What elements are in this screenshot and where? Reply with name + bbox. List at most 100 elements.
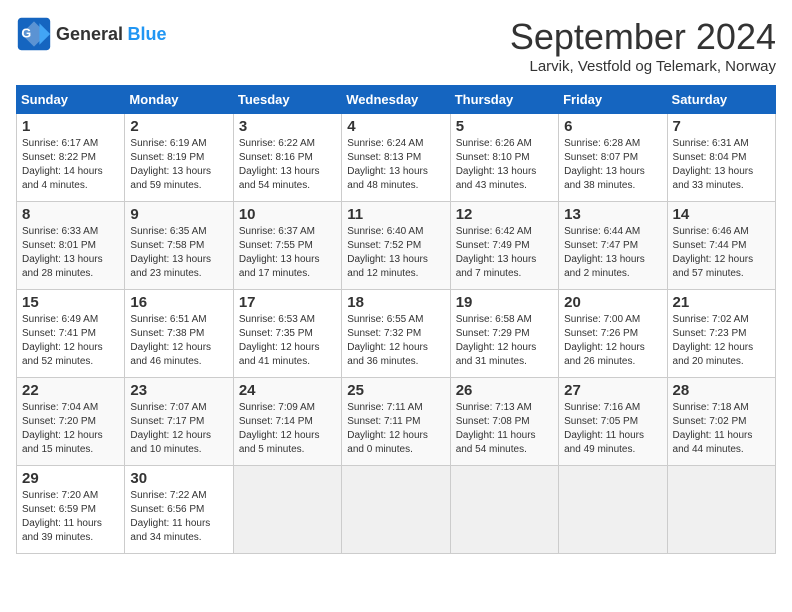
calendar-cell: 22 Sunrise: 7:04 AM Sunset: 7:20 PM Dayli… — [17, 378, 125, 466]
calendar-cell: 4Sunrise: 6:24 AM Sunset: 8:13 PM Daylig… — [342, 114, 450, 202]
calendar-cell: 1 Sunrise: 6:17 AM Sunset: 8:22 PM Daylig… — [17, 114, 125, 202]
day-info: Sunrise: 6:19 AM Sunset: 8:19 PM Dayligh… — [130, 137, 227, 193]
day-info: Sunrise: 6:44 AM Sunset: 7:47 PM Dayligh… — [564, 225, 661, 281]
day-number: 8 — [22, 206, 119, 223]
calendar-cell: 3 Sunrise: 6:22 AM Sunset: 8:16 PM Daylig… — [233, 114, 341, 202]
logo-blue: Blue — [128, 24, 167, 44]
logo-text: General Blue — [56, 24, 167, 45]
day-number: 26 — [456, 382, 553, 399]
day-number: 12 — [456, 206, 553, 223]
day-info: Sunrise: 6:24 AM Sunset: 8:13 PM Dayligh… — [347, 137, 444, 193]
logo: G General Blue — [16, 16, 167, 52]
day-number: 5 — [456, 118, 553, 135]
calendar-header-saturday: Saturday — [667, 86, 775, 114]
day-info: Sunrise: 7:11 AM Sunset: 7:11 PM Dayligh… — [347, 401, 444, 457]
day-info: Sunrise: 6:46 AM Sunset: 7:44 PM Dayligh… — [673, 225, 770, 281]
calendar-cell: 18Sunrise: 6:55 AM Sunset: 7:32 PM Dayli… — [342, 290, 450, 378]
calendar-cell — [342, 466, 450, 554]
calendar-cell: 25 Sunrise: 7:11 AM Sunset: 7:11 PM Dayli… — [342, 378, 450, 466]
calendar-cell: 12 Sunrise: 6:42 AM Sunset: 7:49 PM Dayli… — [450, 202, 558, 290]
day-info: Sunrise: 6:33 AM Sunset: 8:01 PM Dayligh… — [22, 225, 119, 281]
day-number: 19 — [456, 294, 553, 311]
calendar-week-1: 1 Sunrise: 6:17 AM Sunset: 8:22 PM Daylig… — [17, 114, 776, 202]
calendar-cell: 16Sunrise: 6:51 AM Sunset: 7:38 PM Dayli… — [125, 290, 233, 378]
calendar-cell — [450, 466, 558, 554]
calendar-cell: 27Sunrise: 7:16 AM Sunset: 7:05 PM Dayli… — [559, 378, 667, 466]
calendar-header-row: SundayMondayTuesdayWednesdayThursdayFrid… — [17, 86, 776, 114]
calendar-cell: 5Sunrise: 6:26 AM Sunset: 8:10 PM Daylig… — [450, 114, 558, 202]
day-info: Sunrise: 7:00 AM Sunset: 7:26 PM Dayligh… — [564, 313, 661, 369]
calendar-cell: 9 Sunrise: 6:35 AM Sunset: 7:58 PM Daylig… — [125, 202, 233, 290]
day-number: 14 — [673, 206, 770, 223]
calendar-table: SundayMondayTuesdayWednesdayThursdayFrid… — [16, 85, 776, 554]
calendar-cell: 8 Sunrise: 6:33 AM Sunset: 8:01 PM Daylig… — [17, 202, 125, 290]
day-info: Sunrise: 6:49 AM Sunset: 7:41 PM Dayligh… — [22, 313, 119, 369]
day-number: 20 — [564, 294, 661, 311]
calendar-cell: 23 Sunrise: 7:07 AM Sunset: 7:17 PM Dayli… — [125, 378, 233, 466]
calendar-week-3: 15 Sunrise: 6:49 AM Sunset: 7:41 PM Dayli… — [17, 290, 776, 378]
day-info: Sunrise: 7:04 AM Sunset: 7:20 PM Dayligh… — [22, 401, 119, 457]
day-number: 9 — [130, 206, 227, 223]
calendar-cell: 13 Sunrise: 6:44 AM Sunset: 7:47 PM Dayli… — [559, 202, 667, 290]
day-number: 7 — [673, 118, 770, 135]
calendar-cell: 15 Sunrise: 6:49 AM Sunset: 7:41 PM Dayli… — [17, 290, 125, 378]
calendar-cell — [667, 466, 775, 554]
day-info: Sunrise: 7:13 AM Sunset: 7:08 PM Dayligh… — [456, 401, 553, 457]
calendar-week-5: 29 Sunrise: 7:20 AM Sunset: 6:59 PM Dayli… — [17, 466, 776, 554]
calendar-header-monday: Monday — [125, 86, 233, 114]
calendar-cell: 19 Sunrise: 6:58 AM Sunset: 7:29 PM Dayli… — [450, 290, 558, 378]
day-info: Sunrise: 6:58 AM Sunset: 7:29 PM Dayligh… — [456, 313, 553, 369]
calendar-cell: 20 Sunrise: 7:00 AM Sunset: 7:26 PM Dayli… — [559, 290, 667, 378]
day-number: 23 — [130, 382, 227, 399]
day-info: Sunrise: 6:55 AM Sunset: 7:32 PM Dayligh… — [347, 313, 444, 369]
day-info: Sunrise: 6:42 AM Sunset: 7:49 PM Dayligh… — [456, 225, 553, 281]
calendar-title: September 2024 — [510, 16, 776, 58]
calendar-cell — [233, 466, 341, 554]
calendar-header-wednesday: Wednesday — [342, 86, 450, 114]
calendar-cell: 30 Sunrise: 7:22 AM Sunset: 6:56 PM Dayli… — [125, 466, 233, 554]
calendar-cell: 24Sunrise: 7:09 AM Sunset: 7:14 PM Dayli… — [233, 378, 341, 466]
day-info: Sunrise: 6:40 AM Sunset: 7:52 PM Dayligh… — [347, 225, 444, 281]
day-info: Sunrise: 6:31 AM Sunset: 8:04 PM Dayligh… — [673, 137, 770, 193]
day-info: Sunrise: 6:53 AM Sunset: 7:35 PM Dayligh… — [239, 313, 336, 369]
day-number: 30 — [130, 470, 227, 487]
day-number: 13 — [564, 206, 661, 223]
day-info: Sunrise: 6:35 AM Sunset: 7:58 PM Dayligh… — [130, 225, 227, 281]
calendar-cell: 29 Sunrise: 7:20 AM Sunset: 6:59 PM Dayli… — [17, 466, 125, 554]
day-number: 15 — [22, 294, 119, 311]
day-number: 28 — [673, 382, 770, 399]
day-info: Sunrise: 7:18 AM Sunset: 7:02 PM Dayligh… — [673, 401, 770, 457]
day-number: 17 — [239, 294, 336, 311]
day-info: Sunrise: 6:22 AM Sunset: 8:16 PM Dayligh… — [239, 137, 336, 193]
day-number: 10 — [239, 206, 336, 223]
day-info: Sunrise: 7:16 AM Sunset: 7:05 PM Dayligh… — [564, 401, 661, 457]
page-header: G General Blue September 2024 Larvik, Ve… — [16, 16, 776, 75]
calendar-header-thursday: Thursday — [450, 86, 558, 114]
day-info: Sunrise: 7:07 AM Sunset: 7:17 PM Dayligh… — [130, 401, 227, 457]
calendar-subtitle: Larvik, Vestfold og Telemark, Norway — [510, 58, 776, 75]
title-block: September 2024 Larvik, Vestfold og Telem… — [510, 16, 776, 75]
calendar-cell: 28 Sunrise: 7:18 AM Sunset: 7:02 PM Dayli… — [667, 378, 775, 466]
day-number: 3 — [239, 118, 336, 135]
logo-general: General — [56, 24, 123, 44]
day-number: 11 — [347, 206, 444, 223]
day-number: 1 — [22, 118, 119, 135]
day-number: 2 — [130, 118, 227, 135]
day-info: Sunrise: 7:09 AM Sunset: 7:14 PM Dayligh… — [239, 401, 336, 457]
day-number: 29 — [22, 470, 119, 487]
calendar-cell: 2 Sunrise: 6:19 AM Sunset: 8:19 PM Daylig… — [125, 114, 233, 202]
calendar-cell: 17 Sunrise: 6:53 AM Sunset: 7:35 PM Dayli… — [233, 290, 341, 378]
day-info: Sunrise: 6:17 AM Sunset: 8:22 PM Dayligh… — [22, 137, 119, 193]
calendar-header-sunday: Sunday — [17, 86, 125, 114]
calendar-week-2: 8 Sunrise: 6:33 AM Sunset: 8:01 PM Daylig… — [17, 202, 776, 290]
calendar-cell: 11 Sunrise: 6:40 AM Sunset: 7:52 PM Dayli… — [342, 202, 450, 290]
calendar-header-friday: Friday — [559, 86, 667, 114]
day-number: 22 — [22, 382, 119, 399]
day-info: Sunrise: 6:28 AM Sunset: 8:07 PM Dayligh… — [564, 137, 661, 193]
day-info: Sunrise: 7:20 AM Sunset: 6:59 PM Dayligh… — [22, 489, 119, 545]
day-number: 25 — [347, 382, 444, 399]
logo-icon: G — [16, 16, 52, 52]
day-info: Sunrise: 7:22 AM Sunset: 6:56 PM Dayligh… — [130, 489, 227, 545]
calendar-cell: 6Sunrise: 6:28 AM Sunset: 8:07 PM Daylig… — [559, 114, 667, 202]
svg-text:G: G — [21, 27, 31, 41]
